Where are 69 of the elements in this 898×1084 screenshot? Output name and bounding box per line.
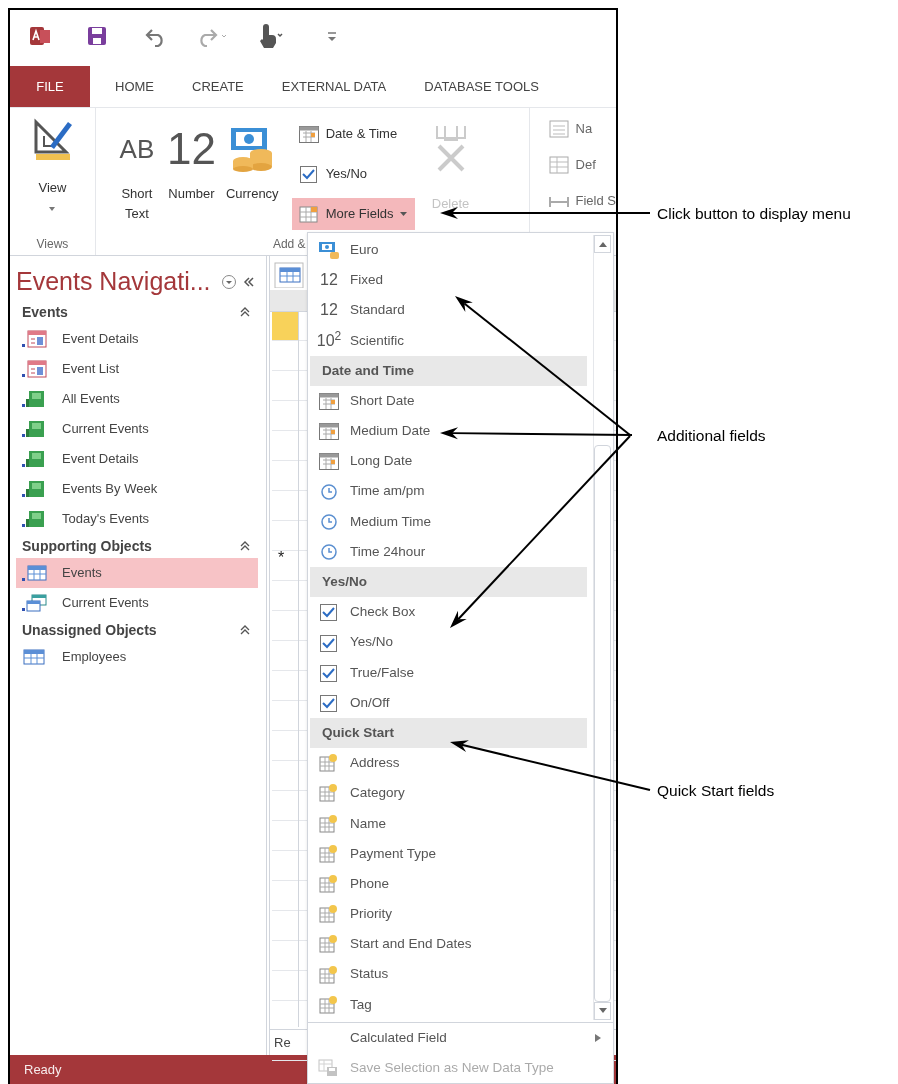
ribbon-button[interactable]: AB Short Text	[113, 114, 160, 234]
ribbon-button[interactable]: Currency	[222, 114, 282, 234]
nav-item[interactable]: Employees	[16, 642, 258, 672]
pane-title: Events Navigati...	[16, 266, 211, 298]
menu-heading: Date and Time	[310, 355, 587, 386]
record-label: Re	[274, 1033, 291, 1052]
group-label: Views	[36, 236, 69, 253]
menu-item[interactable]: Name	[310, 808, 593, 839]
ribbon-button[interactable]: More Fields	[291, 198, 415, 230]
nav-item[interactable]: Events	[16, 558, 258, 588]
menu-item[interactable]: Medium Date	[310, 416, 593, 447]
menu-item[interactable]: Start and End Dates	[310, 929, 593, 960]
menu-item[interactable]: Medium Time	[310, 506, 593, 537]
group-label: Add &	[272, 236, 306, 253]
ribbon-tab[interactable]: CREATE	[192, 66, 244, 107]
callout-label: Additional fields	[657, 426, 766, 446]
nav-item[interactable]: All Events	[16, 384, 258, 414]
group-header[interactable]: Events	[16, 300, 258, 324]
ribbon-button[interactable]: Date & Time	[291, 118, 415, 150]
menu-item[interactable]: Address	[310, 748, 593, 779]
ribbon-button[interactable]: Na	[547, 116, 616, 142]
menu-item[interactable]: Category	[310, 778, 593, 809]
nav-item[interactable]: Current Events	[16, 588, 258, 618]
menu-item[interactable]: Check Box	[310, 597, 593, 628]
ribbon-tab[interactable]: EXTERNAL DATA	[281, 66, 387, 107]
menu-item[interactable]: Euro	[310, 235, 593, 266]
nav-item[interactable]: Events By Week	[16, 474, 258, 504]
menu-item[interactable]: Time am/pm	[310, 476, 593, 507]
glyph-icon: 12	[320, 298, 338, 323]
menu-item[interactable]: 10$^{2}$ Scientific	[310, 325, 593, 356]
ribbon-button[interactable]: 12 Number	[163, 114, 219, 234]
status-text: Ready	[24, 1060, 62, 1079]
menu-item[interactable]: Payment Type	[310, 838, 593, 869]
ribbon-button[interactable]: Field S	[547, 188, 616, 214]
new-record-marker: *	[278, 548, 285, 568]
nav-item[interactable]: Event List	[16, 354, 258, 384]
file-tab[interactable]: FILE	[10, 66, 90, 107]
menu-item[interactable]: Yes/No	[310, 627, 593, 658]
callout-label: Quick Start fields	[657, 781, 775, 801]
menu-item[interactable]: Time 24hour	[310, 536, 593, 568]
ribbon-button[interactable]: Yes/No	[291, 158, 415, 190]
glyph-icon: AB	[119, 136, 155, 162]
group-header[interactable]: Supporting Objects	[16, 534, 258, 558]
nav-item[interactable]: Today's Events	[16, 504, 258, 534]
ribbon-tab[interactable]: HOME	[115, 66, 154, 107]
menu-item[interactable]: Long Date	[310, 446, 593, 477]
ribbon-button[interactable]: Def	[547, 152, 616, 178]
nav-item[interactable]: Current Events	[16, 414, 258, 444]
menu-item[interactable]: Phone	[310, 868, 593, 900]
callout-label: Click button to display menu	[657, 204, 851, 224]
menu-item[interactable]: Priority	[310, 899, 593, 930]
nav-item[interactable]: Event Details	[16, 444, 258, 474]
menu-item[interactable]: 12 Fixed	[310, 265, 593, 296]
menu-item[interactable]: Tag	[310, 989, 593, 1020]
view-button[interactable]: View	[32, 116, 73, 212]
menu-item[interactable]: 12 Standard	[310, 295, 593, 326]
glyph-icon: 12	[320, 268, 338, 293]
menu-heading: Yes/No	[310, 567, 587, 598]
glyph-icon: 10$^{2}$	[316, 328, 342, 353]
menu-heading: Quick Start	[310, 718, 587, 749]
menu-item[interactable]: Status	[310, 959, 593, 990]
ribbon-tab[interactable]: DATABASE TOOLS	[424, 66, 539, 107]
group-header[interactable]: Unassigned Objects	[16, 618, 258, 642]
menu-item[interactable]: True/False	[310, 657, 593, 688]
menu-item[interactable]: Short Date	[310, 385, 593, 417]
nav-item[interactable]: Event Details	[16, 324, 258, 354]
menu-item[interactable]: Calculated Field	[308, 1023, 613, 1053]
menu-item[interactable]: On/Off	[310, 687, 593, 718]
glyph-icon: 12	[166, 127, 216, 171]
